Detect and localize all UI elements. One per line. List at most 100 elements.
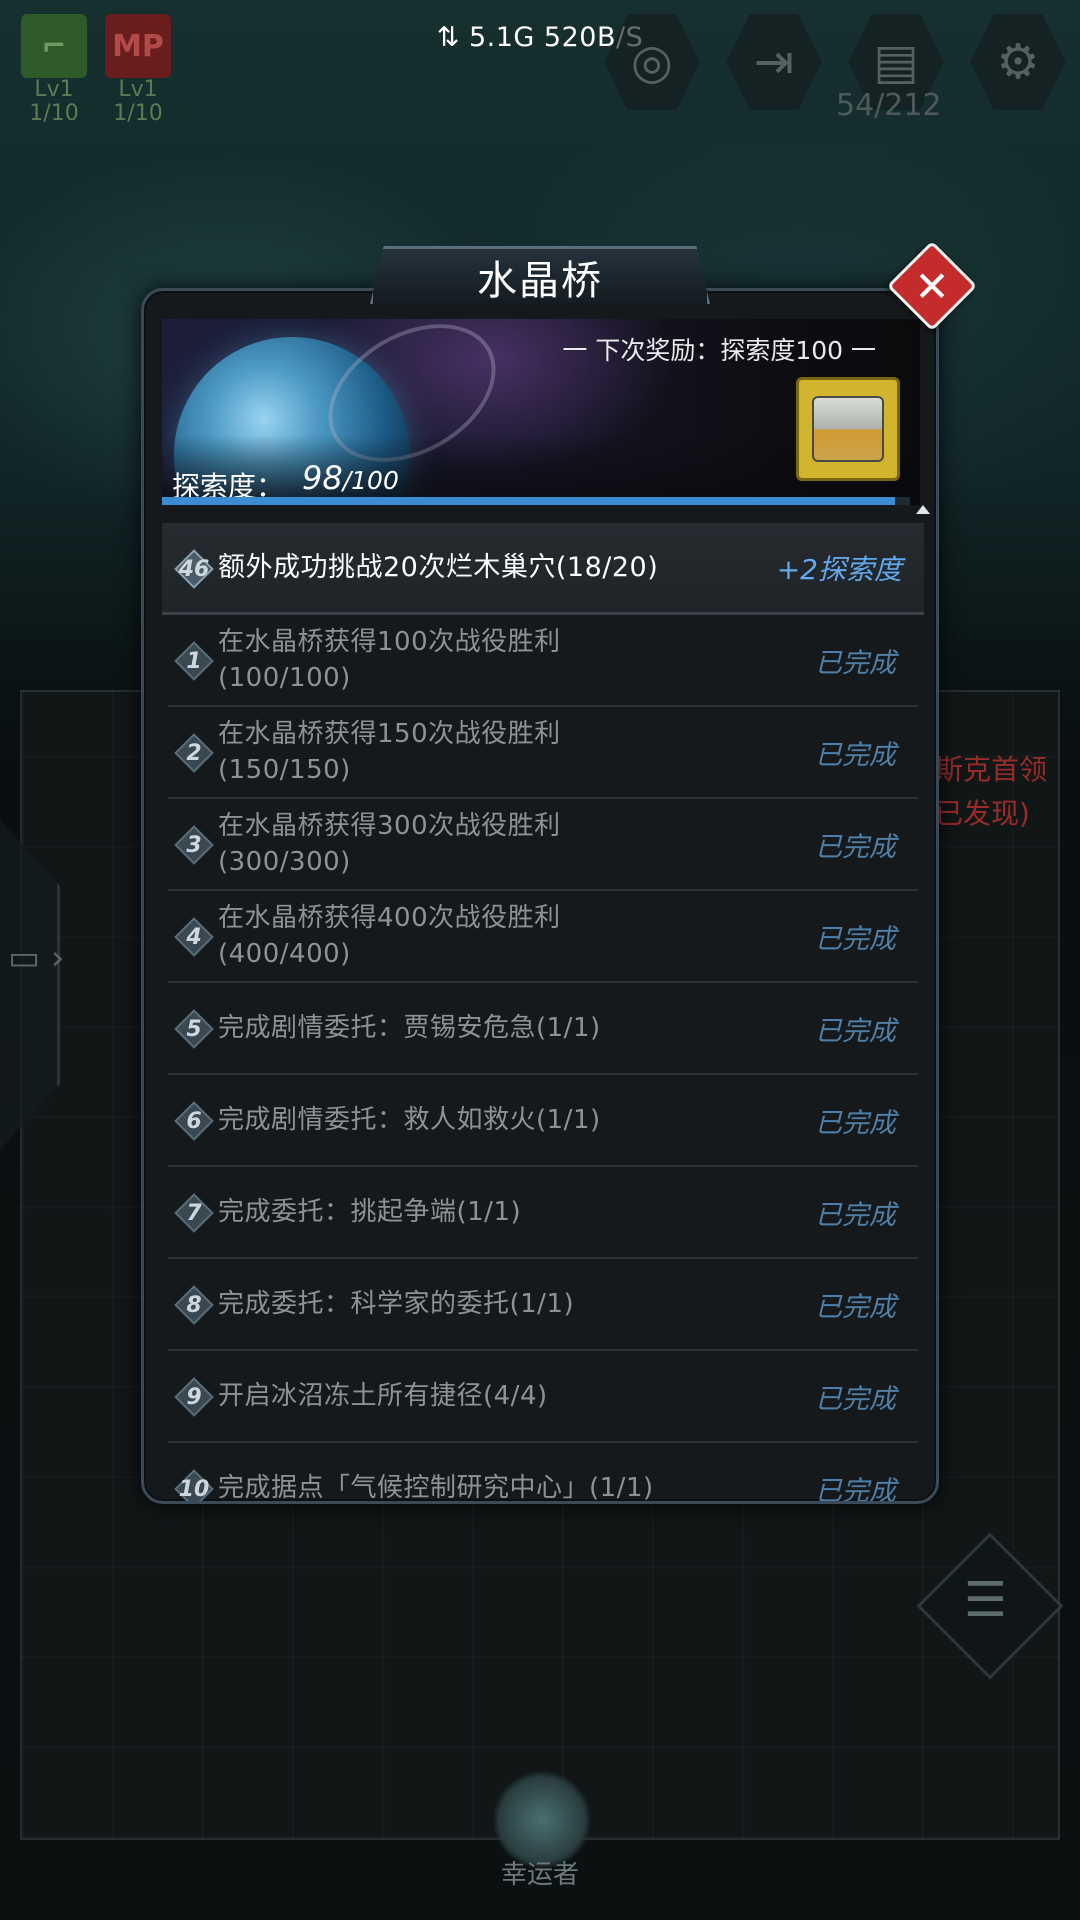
lucky-label: 幸运者 bbox=[500, 1860, 579, 1890]
task-status: 已完成 bbox=[815, 1015, 896, 1047]
task-row[interactable]: 10 完成据点「气候控制研究中心」(1/1) 已完成 bbox=[168, 1443, 918, 1503]
task-description: 在水晶桥获得150次战役胜利 (150/150) bbox=[218, 707, 738, 797]
reward-chest-button[interactable] bbox=[796, 377, 900, 481]
task-row[interactable]: 2 在水晶桥获得150次战役胜利 (150/150) 已完成 bbox=[168, 707, 918, 799]
task-text-line1: 完成委托：挑起争端(1/1) bbox=[218, 1197, 522, 1227]
task-number: 2 bbox=[186, 740, 202, 766]
task-text-line2: (100/100) bbox=[218, 663, 351, 693]
checklist-icon: ☰ bbox=[963, 1572, 1007, 1629]
weapon-slot-1[interactable]: ⌐ Lv1 1/10 bbox=[18, 14, 90, 126]
task-list[interactable]: 46 额外成功挑战20次烂木巢穴(18/20) +2探索度 1 在水晶桥获得100次战役… bbox=[162, 523, 924, 1503]
task-number: 1 bbox=[186, 648, 202, 674]
weapon-slot-level: Lv1 bbox=[34, 77, 74, 102]
task-description: 完成剧情委托：救人如救火(1/1) bbox=[218, 1075, 738, 1165]
explore-current: 98 bbox=[302, 459, 343, 497]
task-status: 已完成 bbox=[815, 1107, 896, 1139]
task-description: 完成委托：挑起争端(1/1) bbox=[218, 1167, 738, 1257]
chat-icon: ▭ › bbox=[8, 938, 65, 978]
task-text-line1: 完成剧情委托：贾锡安危急(1/1) bbox=[218, 1013, 601, 1043]
exit-icon: ⇥ bbox=[753, 34, 795, 90]
task-number: 8 bbox=[186, 1292, 202, 1318]
task-row[interactable]: 9 开启冰沼冻土所有捷径(4/4) 已完成 bbox=[168, 1351, 918, 1443]
zone-banner: 一 下次奖励：探索度100 一 探索度： 98/100 bbox=[162, 319, 920, 505]
task-number: 5 bbox=[186, 1016, 202, 1042]
next-reward-label: 一 下次奖励：探索度100 一 bbox=[562, 336, 876, 365]
bag-count: 54/212 bbox=[836, 88, 942, 123]
task-number: 9 bbox=[186, 1384, 202, 1410]
weapon-slot-count: 1/10 bbox=[113, 101, 163, 126]
boss-discovered-text: 斯克首领 已发现) bbox=[935, 748, 1047, 836]
gun-icon: ⌐ bbox=[21, 14, 87, 78]
task-text-line1: 在水晶桥获得400次战役胜利 bbox=[218, 903, 561, 933]
task-row[interactable]: 5 完成剧情委托：贾锡安危急(1/1) 已完成 bbox=[168, 983, 918, 1075]
task-description: 在水晶桥获得400次战役胜利 (400/400) bbox=[218, 891, 738, 981]
task-row[interactable]: 4 在水晶桥获得400次战役胜利 (400/400) 已完成 bbox=[168, 891, 918, 983]
task-text-line1: 完成委托：科学家的委托(1/1) bbox=[218, 1289, 575, 1319]
chat-button[interactable]: ▭ › bbox=[8, 938, 88, 984]
task-number: 46 bbox=[178, 556, 210, 582]
task-number-badge: 46 bbox=[174, 549, 214, 589]
task-number-badge: 6 bbox=[174, 1101, 214, 1141]
task-status: 已完成 bbox=[815, 739, 896, 771]
task-number: 6 bbox=[186, 1108, 202, 1134]
task-row-active[interactable]: 46 额外成功挑战20次烂木巢穴(18/20) +2探索度 bbox=[162, 523, 924, 615]
task-row[interactable]: 3 在水晶桥获得300次战役胜利 (300/300) 已完成 bbox=[168, 799, 918, 891]
target-icon: ◎ bbox=[631, 34, 673, 90]
chest-icon bbox=[812, 396, 884, 462]
progress-marker-icon bbox=[916, 505, 930, 514]
task-number-badge: 5 bbox=[174, 1009, 214, 1049]
boss-text-line2: 已发现) bbox=[935, 797, 1030, 830]
task-row[interactable]: 8 完成委托：科学家的委托(1/1) 已完成 bbox=[168, 1259, 918, 1351]
task-number: 3 bbox=[186, 832, 202, 858]
task-text-line2: (300/300) bbox=[218, 847, 351, 877]
task-text-line2: (150/150) bbox=[218, 755, 351, 785]
task-status: 已完成 bbox=[815, 1383, 896, 1415]
task-number-badge: 4 bbox=[174, 917, 214, 957]
task-description: 完成剧情委托：贾锡安危急(1/1) bbox=[218, 983, 738, 1073]
task-number-badge: 8 bbox=[174, 1285, 214, 1325]
task-number: 4 bbox=[186, 924, 202, 950]
task-row[interactable]: 1 在水晶桥获得100次战役胜利 (100/100) 已完成 bbox=[168, 615, 918, 707]
weapon-slot-2[interactable]: MP Lv1 1/10 bbox=[102, 14, 174, 126]
task-text-line2: (400/400) bbox=[218, 939, 351, 969]
task-number-badge: 9 bbox=[174, 1377, 214, 1417]
task-row[interactable]: 6 完成剧情委托：救人如救火(1/1) 已完成 bbox=[168, 1075, 918, 1167]
explore-progress-fill bbox=[162, 497, 896, 505]
task-status: +2探索度 bbox=[776, 552, 902, 586]
weapon-slot-level: Lv1 bbox=[118, 77, 158, 102]
gear-icon: ⚙ bbox=[996, 34, 1040, 90]
task-text-line1: 在水晶桥获得100次战役胜利 bbox=[218, 627, 561, 657]
task-number-badge: 10 bbox=[174, 1469, 214, 1502]
exploration-modal: 一 下次奖励：探索度100 一 探索度： 98/100 46 额外成功挑战20次烂… bbox=[141, 288, 939, 1504]
task-number-badge: 2 bbox=[174, 733, 214, 773]
boss-text-line1: 斯克首领 bbox=[935, 753, 1048, 786]
mp-potion-icon: MP bbox=[105, 14, 171, 78]
task-status: 已完成 bbox=[815, 647, 896, 679]
explore-progress-bar bbox=[162, 497, 910, 505]
task-status: 已完成 bbox=[815, 923, 896, 955]
task-number: 10 bbox=[178, 1476, 210, 1502]
task-text-line1: 完成剧情委托：救人如救火(1/1) bbox=[218, 1105, 601, 1135]
task-text-line1: 完成据点「气候控制研究中心」(1/1) bbox=[218, 1473, 654, 1503]
task-status: 已完成 bbox=[815, 1291, 896, 1323]
task-status: 已完成 bbox=[815, 1199, 896, 1231]
task-number-badge: 7 bbox=[174, 1193, 214, 1233]
task-text-line1: 在水晶桥获得150次战役胜利 bbox=[218, 719, 561, 749]
task-description: 在水晶桥获得300次战役胜利 (300/300) bbox=[218, 799, 738, 889]
task-number-badge: 1 bbox=[174, 641, 214, 681]
modal-title: 水晶桥 bbox=[370, 246, 710, 304]
task-description: 额外成功挑战20次烂木巢穴(18/20) bbox=[218, 523, 738, 612]
task-number: 7 bbox=[186, 1200, 202, 1226]
task-description: 完成据点「气候控制研究中心」(1/1) bbox=[218, 1443, 738, 1503]
task-number-badge: 3 bbox=[174, 825, 214, 865]
bag-icon: ▤ bbox=[873, 34, 919, 90]
task-text-line1: 在水晶桥获得300次战役胜利 bbox=[218, 811, 561, 841]
close-icon: ✕ bbox=[914, 261, 950, 311]
explore-value: 98/100 bbox=[302, 459, 399, 497]
task-row[interactable]: 7 完成委托：挑起争端(1/1) 已完成 bbox=[168, 1167, 918, 1259]
task-text-line1: 开启冰沼冻土所有捷径(4/4) bbox=[218, 1381, 548, 1411]
weapon-slot-count: 1/10 bbox=[29, 101, 79, 126]
task-description: 完成委托：科学家的委托(1/1) bbox=[218, 1259, 738, 1349]
task-text-line1: 额外成功挑战20次烂木巢穴(18/20) bbox=[218, 551, 659, 583]
explore-total: /100 bbox=[342, 466, 399, 495]
